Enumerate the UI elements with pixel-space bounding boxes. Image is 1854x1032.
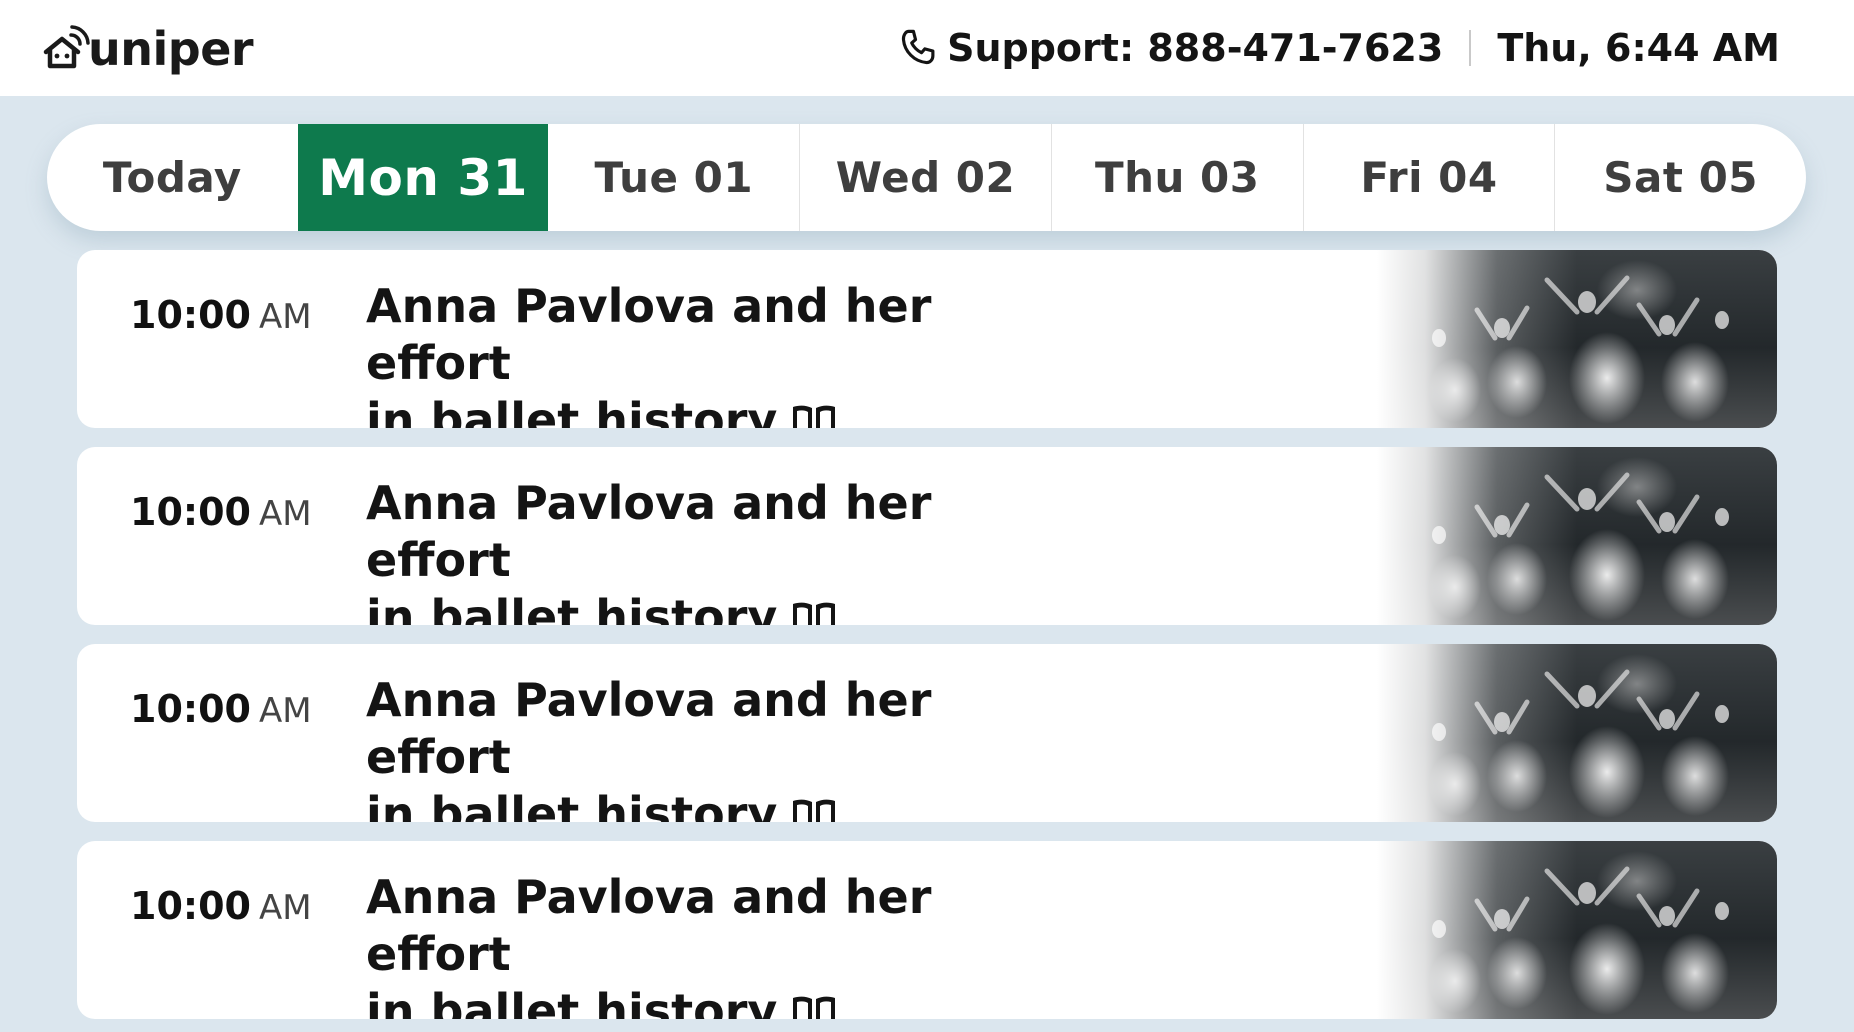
event-time: 10:00 AM — [130, 687, 312, 731]
tab-fri-04[interactable]: Fri 04 — [1302, 124, 1555, 231]
top-bar: uniper Support: 888-471-7623 Thu, 6:44 A… — [0, 0, 1854, 96]
event-list: 10:00 AM Anna Pavlova and her effort in b… — [77, 250, 1777, 1032]
event-title: Anna Pavlova and her effort in ballet hi… — [366, 278, 1066, 428]
book-icon — [793, 602, 836, 625]
day-tabs: Today Mon 31 Tue 01 Wed 02 Thu 03 Fri 04… — [47, 124, 1806, 231]
tab-today[interactable]: Today — [47, 124, 298, 231]
tab-thu-03[interactable]: Thu 03 — [1050, 124, 1303, 231]
header-divider — [1469, 30, 1472, 66]
event-time: 10:00 AM — [130, 884, 312, 928]
current-datetime: Thu, 6:44 AM — [1497, 26, 1780, 70]
support-phone[interactable]: Support: 888-471-7623 — [947, 26, 1443, 70]
ballet-dancers-image — [1377, 644, 1777, 822]
event-title: Anna Pavlova and her effort in ballet hi… — [366, 672, 1066, 822]
tab-sat-05[interactable]: Sat 05 — [1554, 124, 1806, 231]
book-icon — [793, 799, 836, 822]
event-title: Anna Pavlova and her effort in ballet hi… — [366, 869, 1066, 1019]
event-title: Anna Pavlova and her effort in ballet hi… — [366, 475, 1066, 625]
tab-tue-01[interactable]: Tue 01 — [548, 124, 799, 231]
event-card[interactable]: 10:00 AM Anna Pavlova and her effort in b… — [77, 644, 1777, 822]
brand-name: uniper — [88, 22, 254, 76]
book-icon — [793, 996, 836, 1019]
event-card[interactable]: 10:00 AM Anna Pavlova and her effort in b… — [77, 250, 1777, 428]
tab-mon-31[interactable]: Mon 31 — [297, 124, 549, 231]
home-signal-icon — [43, 25, 90, 69]
ballet-dancers-image — [1377, 447, 1777, 625]
event-card[interactable]: 10:00 AM Anna Pavlova and her effort in b… — [77, 447, 1777, 625]
event-time: 10:00 AM — [130, 293, 312, 337]
ballet-dancers-image — [1377, 841, 1777, 1019]
event-card[interactable]: 10:00 AM Anna Pavlova and her effort in b… — [77, 841, 1777, 1019]
uniper-logo: uniper — [40, 14, 254, 84]
header-info: Support: 888-471-7623 Thu, 6:44 AM — [897, 20, 1780, 76]
phone-icon — [901, 29, 935, 65]
tab-wed-02[interactable]: Wed 02 — [799, 124, 1051, 231]
book-icon — [793, 405, 836, 428]
event-time: 10:00 AM — [130, 490, 312, 534]
ballet-dancers-image — [1377, 250, 1777, 428]
